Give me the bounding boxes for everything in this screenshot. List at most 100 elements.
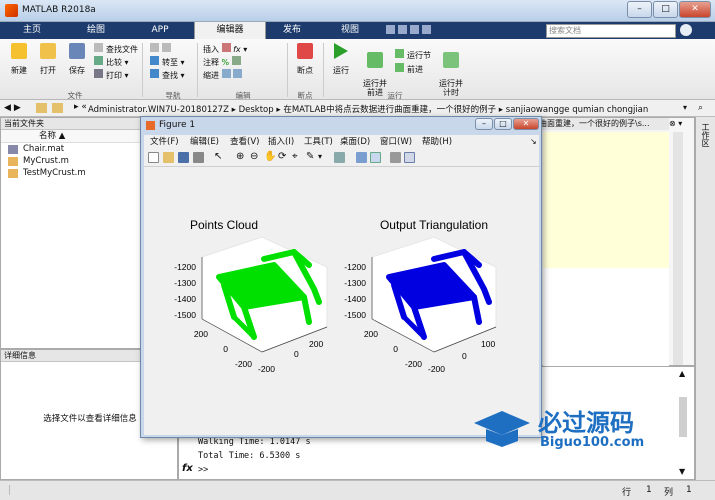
- menu-tools[interactable]: 工具(T): [304, 135, 333, 149]
- plot-title-left: Points Cloud: [190, 218, 258, 232]
- command-scrollbar[interactable]: [679, 397, 687, 437]
- folder-search-icon[interactable]: ⌕: [698, 103, 703, 113]
- rotate-icon[interactable]: ⟳: [278, 151, 286, 162]
- run-time-icon: [443, 52, 459, 68]
- show-plot-tools-icon[interactable]: [404, 152, 415, 163]
- breakpoint-button[interactable]: 断点: [292, 43, 318, 76]
- menu-help[interactable]: 帮助(H): [422, 135, 452, 149]
- z-tick-left: -1300: [174, 278, 196, 288]
- minimize-button[interactable]: –: [627, 1, 652, 18]
- breadcrumb-prefix: ▸ «: [74, 102, 87, 112]
- zoom-in-icon[interactable]: ⊕: [236, 151, 244, 162]
- tab-publish[interactable]: 发布: [262, 22, 322, 39]
- z-tick-left: -1400: [174, 294, 196, 304]
- legend-icon[interactable]: [370, 152, 381, 163]
- goto-button[interactable]: 转至 ▾: [150, 56, 185, 69]
- insert-button[interactable]: 插入 fx ▾: [203, 43, 247, 56]
- compare-button[interactable]: 比较 ▾: [94, 56, 138, 69]
- menu-edit[interactable]: 编辑(E): [190, 135, 219, 149]
- run-and-time-button[interactable]: 运行并 计时: [436, 43, 466, 106]
- print-button[interactable]: 打印 ▾: [94, 69, 138, 82]
- y-tick-right: 100: [481, 339, 495, 349]
- figure-window: Figure 1 – □ ✕ 文件(F) 编辑(E) 查看(V) 插入(I) 工…: [140, 116, 542, 438]
- menu-pin-icon[interactable]: ↘: [530, 135, 537, 149]
- menu-insert[interactable]: 插入(I): [268, 135, 294, 149]
- comment-button[interactable]: 注释 %: [203, 56, 247, 69]
- data-cursor-icon[interactable]: ⌖: [292, 151, 298, 162]
- new-figure-icon[interactable]: [148, 152, 159, 163]
- save-button[interactable]: 保存: [64, 43, 90, 76]
- tab-view[interactable]: 视图: [320, 22, 380, 39]
- figure-maximize-button[interactable]: □: [494, 118, 512, 130]
- command-prompt[interactable]: >>: [198, 465, 208, 475]
- y-tick-right: 0: [462, 351, 467, 361]
- code-area[interactable]: [543, 268, 669, 366]
- navigate-group: 转至 ▾ 查找 ▾: [150, 43, 185, 82]
- new-button[interactable]: 新建: [6, 43, 32, 76]
- open-button[interactable]: 打开: [35, 43, 61, 76]
- figure-minimize-button[interactable]: –: [475, 118, 493, 130]
- hide-plot-tools-icon[interactable]: [390, 152, 401, 163]
- x-tick-left: -200: [235, 359, 252, 369]
- search-docs-input[interactable]: 搜索文档: [546, 24, 676, 38]
- search-icon[interactable]: [680, 24, 692, 36]
- graduation-cap-icon: [474, 411, 530, 447]
- link-plot-icon[interactable]: [334, 152, 345, 163]
- brush-icon[interactable]: ✎: [306, 151, 314, 162]
- browse-folder-icon[interactable]: [52, 103, 63, 113]
- zoom-out-icon[interactable]: ⊖: [250, 151, 258, 162]
- ribbon: 新建 打开 保存 查找文件 比较 ▾ 打印 ▾ 转至 ▾ 查找 ▾ 插入 fx …: [0, 39, 715, 100]
- menu-desktop[interactable]: 桌面(D): [340, 135, 370, 149]
- folder-up-icon[interactable]: [36, 103, 47, 113]
- save-icon[interactable]: [178, 152, 189, 163]
- z-tick-right: -1500: [344, 310, 366, 320]
- status-col-value: 1: [686, 485, 692, 495]
- breadcrumb[interactable]: Administrator.WIN7U-20180127Z ▸ Desktop …: [88, 103, 648, 115]
- advance-button[interactable]: 前进: [395, 63, 431, 77]
- x-tick-left: 0: [223, 344, 228, 354]
- tab-plots[interactable]: 绘图: [66, 22, 126, 39]
- z-tick-right: -1300: [344, 278, 366, 288]
- edit-group: 插入 fx ▾ 注释 % 缩进: [203, 43, 247, 82]
- editor-scrollbar[interactable]: [673, 132, 683, 365]
- address-bar: ◀▶ ▸ « Administrator.WIN7U-20180127Z ▸ D…: [0, 100, 715, 117]
- run-section-button[interactable]: 运行节: [395, 49, 431, 63]
- x-tick-left: 200: [194, 329, 208, 339]
- editor-tab[interactable]: 曲面重建，一个很好的例子\s...: [539, 118, 669, 130]
- pointer-icon[interactable]: ↖: [214, 151, 222, 162]
- editor-menu-icon[interactable]: ⊗ ▾: [669, 119, 682, 128]
- tab-editor[interactable]: 编辑器: [194, 22, 266, 39]
- menu-view[interactable]: 查看(V): [230, 135, 259, 149]
- menu-file[interactable]: 文件(F): [150, 135, 179, 149]
- nav-arrows[interactable]: ◀▶: [4, 103, 24, 113]
- play-icon: [334, 43, 348, 59]
- workspace-tab[interactable]: 工作区: [696, 117, 715, 153]
- print-icon[interactable]: [193, 152, 204, 163]
- figure-canvas: Points Cloud -1200 -1300 -1400 -1500 200…: [144, 167, 539, 435]
- open-icon[interactable]: [163, 152, 174, 163]
- chevron-down-icon[interactable]: ▾: [318, 152, 322, 161]
- run-button[interactable]: 运行: [328, 43, 354, 76]
- status-col-label: 列: [664, 488, 674, 498]
- tab-apps[interactable]: APP: [130, 22, 190, 39]
- menu-window[interactable]: 窗口(W): [380, 135, 412, 149]
- m-file-icon: [8, 157, 18, 166]
- matlab-logo-icon: [5, 4, 18, 17]
- colorbar-icon[interactable]: [356, 152, 367, 163]
- chevron-down-icon[interactable]: ▾: [683, 103, 687, 112]
- tab-home[interactable]: 主页: [2, 22, 62, 39]
- pan-hand-icon[interactable]: ✋: [264, 151, 276, 162]
- figure-menubar: 文件(F) 编辑(E) 查看(V) 插入(I) 工具(T) 桌面(D) 窗口(W…: [144, 135, 539, 149]
- figure-title: Figure 1: [159, 120, 196, 130]
- indent-button[interactable]: 缩进: [203, 69, 247, 82]
- fx-icon[interactable]: fx: [182, 463, 193, 474]
- maximize-button[interactable]: □: [653, 1, 678, 18]
- run-section-group: 运行节 前进: [395, 49, 431, 77]
- close-button[interactable]: ✕: [679, 1, 711, 18]
- find-button[interactable]: 查找 ▾: [150, 69, 185, 82]
- workspace-sidebar: 工作区: [695, 117, 715, 480]
- scroll-up-icon[interactable]: ▲: [679, 369, 685, 378]
- figure-close-button[interactable]: ✕: [513, 118, 539, 130]
- find-files-button[interactable]: 查找文件: [94, 43, 138, 56]
- scroll-down-icon[interactable]: ▼: [679, 467, 685, 476]
